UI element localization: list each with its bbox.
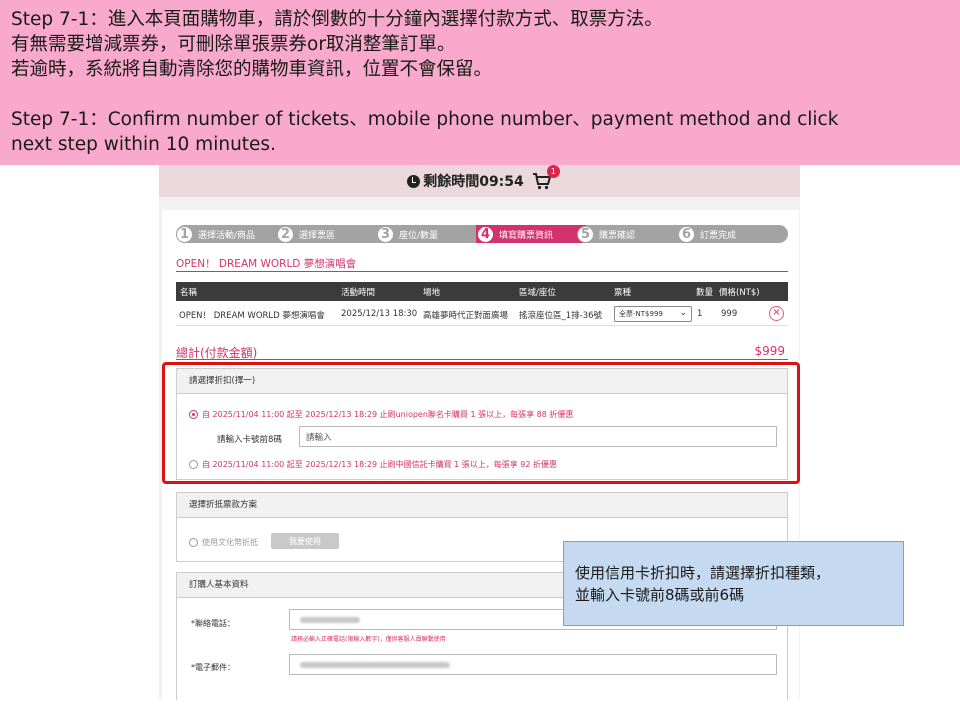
step-1: 1 選擇活動/商品 <box>176 225 255 243</box>
discount-highlight-box <box>162 362 800 484</box>
radio-unselected[interactable] <box>189 538 198 547</box>
col-qty: 數量 <box>696 288 714 298</box>
cart-table-header: 名稱 活動時間 場地 區域/座位 票種 數量 價格(NT$) <box>176 282 788 301</box>
countdown-bar: 剩餘時間09:54 1 <box>159 165 800 197</box>
banner-line-5: Step 7-1：Confirm number of tickets、mobil… <box>11 109 839 130</box>
ticket-type-value: 全票-NT$999 <box>619 310 663 318</box>
step-2: 2 選擇票區 <box>277 225 335 243</box>
step-label: 訂票完成 <box>700 230 737 241</box>
callout-line-1: 使用信用卡折扣時，請選擇折扣種類， <box>575 564 831 582</box>
col-price: 價格(NT$) <box>719 288 760 298</box>
step-label: 購票確認 <box>599 230 636 241</box>
row-price: 999 <box>721 309 738 319</box>
step-label: 座位/數量 <box>399 230 439 241</box>
banner-line-3: 若逾時，系統將自動清除您的購物車資訊，位置不會保留。 <box>11 59 493 80</box>
use-voucher-button[interactable]: 我要使用 <box>271 533 339 549</box>
step-number: 6 <box>678 225 695 243</box>
row-qty: 1 <box>697 309 703 319</box>
col-time: 活動時間 <box>341 288 376 298</box>
step-label: 選擇票區 <box>299 230 336 241</box>
divider <box>176 359 788 360</box>
step-number: 4 <box>477 225 494 243</box>
step-label: 選擇活動/商品 <box>198 230 256 241</box>
tip-callout: 使用信用卡折扣時，請選擇折扣種類， 並輸入卡號前8碼或前6碼 <box>563 541 904 626</box>
chevron-down-icon: ⌄ <box>679 308 687 318</box>
row-name: OPEN！ DREAM WORLD 夢想演唱會 <box>179 311 325 321</box>
step-6: 6 訂票完成 <box>678 225 736 243</box>
redacted-email <box>300 662 450 668</box>
countdown-label: 剩餘時間09:54 <box>423 174 524 190</box>
voucher-title: 選擇折抵票款方案 <box>177 493 787 518</box>
instruction-banner: Step 7-1：進入本頁面購物車，請於倒數的十分鐘內選擇付款方式、取票方法。 … <box>0 0 960 165</box>
banner-line-2: 有無需要增減票券，可刪除單張票券or取消整筆訂單。 <box>11 34 456 55</box>
col-name: 名稱 <box>180 288 198 298</box>
step-number: 1 <box>176 225 193 243</box>
remove-ticket-button[interactable]: × <box>769 306 784 321</box>
ticket-type-select[interactable]: 全票-NT$999 ⌄ <box>614 306 692 322</box>
step-3: 3 座位/數量 <box>377 225 438 243</box>
banner-line-1: Step 7-1：進入本頁面購物車，請於倒數的十分鐘內選擇付款方式、取票方法。 <box>11 9 663 30</box>
callout-line-2: 並輸入卡號前8碼或前6碼 <box>575 586 745 604</box>
row-time: 2025/12/13 18:30 <box>341 309 418 319</box>
step-label: 填寫購票資訊 <box>499 230 554 241</box>
cart-button[interactable]: 1 <box>532 165 560 190</box>
voucher-option[interactable]: 使用文化幣折抵 <box>189 537 258 548</box>
divider <box>176 271 788 272</box>
cart-count-badge: 1 <box>546 165 560 178</box>
voucher-option-text: 使用文化幣折抵 <box>202 538 258 547</box>
step-number: 2 <box>277 225 294 243</box>
progress-steps: 1 選擇活動/商品 2 選擇票區 3 座位/數量 4 填寫購票資訊 5 購票確認… <box>176 225 788 243</box>
step-4: 4 填寫購票資訊 <box>477 225 553 243</box>
clock-icon <box>407 174 421 188</box>
email-input[interactable] <box>289 654 777 675</box>
phone-label: *聯絡電話： <box>191 619 235 628</box>
step-number: 3 <box>377 225 394 243</box>
event-title: OPEN！ DREAM WORLD 夢想演唱會 <box>176 258 357 270</box>
phone-hint: 請務必輸入正確電話(限輸入數字)，僅供客服人員聯繫使用 <box>291 636 446 643</box>
row-seat: 搖滾座位區_1排-36號 <box>519 311 603 321</box>
col-venue: 場地 <box>423 288 441 298</box>
step-5: 5 購票確認 <box>577 225 635 243</box>
row-venue: 高雄夢時代正對面廣場 <box>423 311 509 321</box>
email-label: *電子郵件： <box>191 663 235 672</box>
col-ticket-type: 票種 <box>614 288 632 298</box>
total-value: $999 <box>754 344 785 358</box>
step-number: 5 <box>577 225 594 243</box>
col-seat: 區域/座位 <box>519 288 556 298</box>
banner-line-6: next step within 10 minutes. <box>11 134 276 155</box>
table-row: OPEN！ DREAM WORLD 夢想演唱會 2025/12/13 18:30… <box>176 303 788 326</box>
redacted-phone <box>300 617 360 623</box>
